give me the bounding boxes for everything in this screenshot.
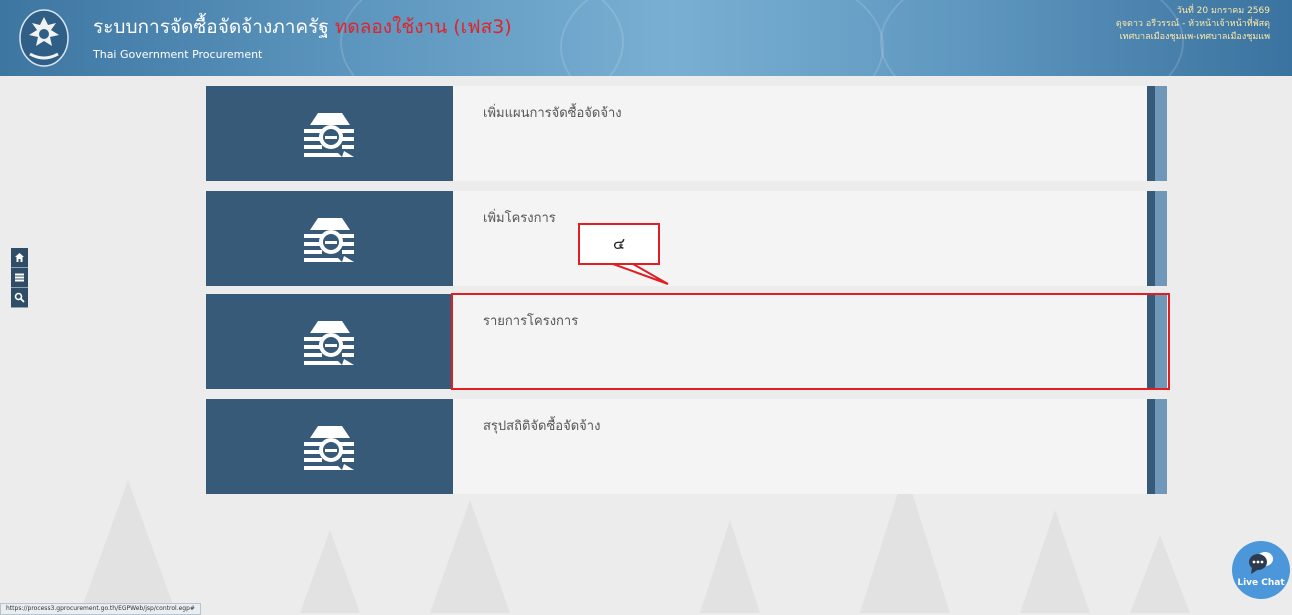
app-header: ระบบการจัดซื้อจัดจ้างภาครัฐ ทดลองใช้งาน …: [0, 0, 1292, 76]
procurement-icon: [304, 218, 354, 262]
menu-card-strip: [1147, 86, 1155, 181]
procurement-icon: [304, 321, 354, 365]
header-pattern: [560, 0, 884, 76]
side-toolbar: [11, 248, 28, 308]
status-bar-url: https://process3.gprocurement.go.th/EGPW…: [0, 603, 201, 615]
user-info: วันที่ 20 มกราคม 2569 ดุจดาว อรีวรรณ์ - …: [1116, 5, 1270, 44]
live-chat-button[interactable]: Live Chat: [1232, 541, 1290, 599]
menu-card-icon-panel: [206, 191, 453, 286]
menu-card-text-panel: เพิ่มโครงการ: [453, 191, 1147, 286]
system-title-text: ระบบการจัดซื้อจัดจ้างภาครัฐ: [93, 16, 329, 38]
menu-card-label[interactable]: เพิ่มโครงการ: [483, 207, 556, 228]
menu-icon: [15, 273, 24, 282]
menu-card-text-panel: เพิ่มแผนการจัดซื้อจัดจ้าง: [453, 86, 1147, 181]
live-chat-label: Live Chat: [1237, 578, 1285, 588]
chat-bubble-icon: [1249, 552, 1273, 574]
menu-card-label[interactable]: เพิ่มแผนการจัดซื้อจัดจ้าง: [483, 102, 622, 123]
search-icon: [14, 292, 25, 303]
menu-card-strip: [1155, 86, 1167, 181]
procurement-icon: [304, 426, 354, 470]
menu-card-procurement-stats[interactable]: สรุปสถิติจัดซื้อจัดจ้าง: [206, 399, 1167, 494]
menu-card-add-project[interactable]: เพิ่มโครงการ: [206, 191, 1167, 286]
menu-card-icon-panel: [206, 86, 453, 181]
trial-label: ทดลองใช้งาน (เฟส3): [334, 16, 512, 38]
user-name: ดุจดาว อรีวรรณ์ - หัวหน้าเจ้าหน้าที่พัสด…: [1115, 19, 1270, 29]
home-button[interactable]: [11, 248, 28, 268]
home-icon: [15, 253, 24, 262]
menu-card-label[interactable]: สรุปสถิติจัดซื้อจัดจ้าง: [483, 415, 600, 436]
menu-card-add-plan[interactable]: เพิ่มแผนการจัดซื้อจัดจ้าง: [206, 86, 1167, 181]
system-title: ระบบการจัดซื้อจัดจ้างภาครัฐ ทดลองใช้งาน …: [93, 12, 512, 42]
agency-logo-icon[interactable]: [18, 8, 70, 68]
annotation-highlight-box: [451, 293, 1170, 390]
menu-card-strip: [1155, 399, 1167, 494]
menu-button[interactable]: [11, 268, 28, 288]
menu-card-text-panel: สรุปสถิติจัดซื้อจัดจ้าง: [453, 399, 1147, 494]
system-subtitle: Thai Government Procurement: [93, 48, 263, 61]
user-agency: เทศบาลเมืองชุมแพ-เทศบาลเมืองชุมแพ: [1119, 32, 1270, 42]
menu-card-icon-panel: [206, 294, 453, 389]
current-date: วันที่ 20 มกราคม 2569: [1176, 6, 1270, 16]
procurement-icon: [304, 113, 354, 157]
annotation-step-callout: ๔: [578, 223, 660, 265]
menu-card-icon-panel: [206, 399, 453, 494]
menu-card-strip: [1155, 191, 1167, 286]
search-button[interactable]: [11, 288, 28, 308]
menu-card-strip: [1147, 191, 1155, 286]
menu-card-strip: [1147, 399, 1155, 494]
